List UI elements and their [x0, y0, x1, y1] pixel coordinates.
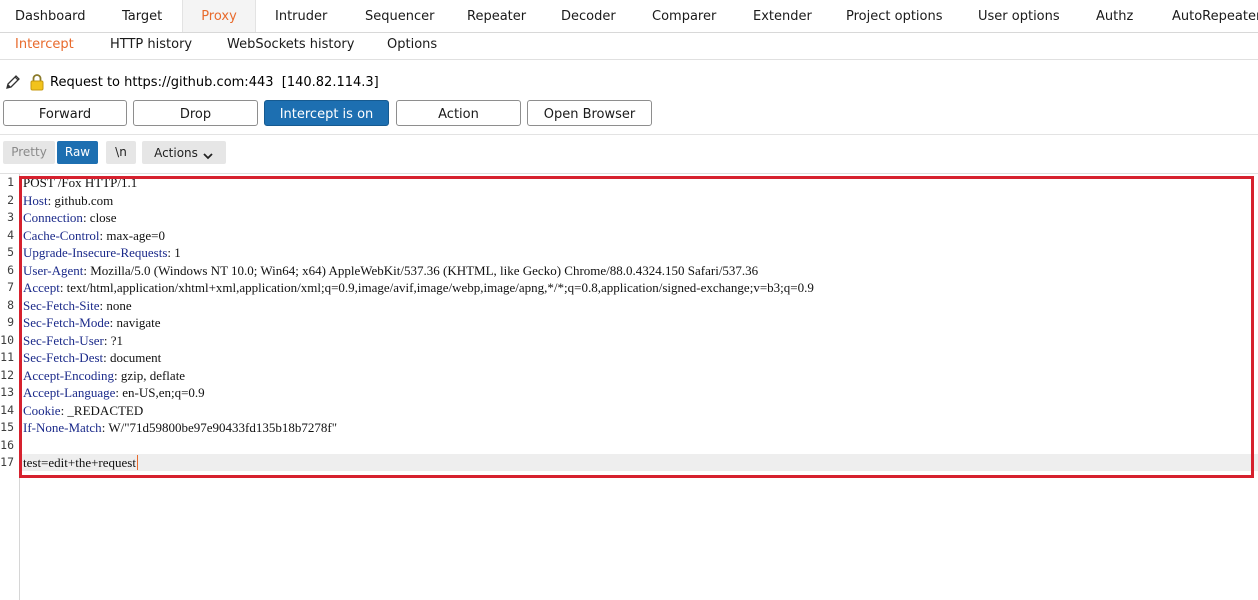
header-line: Upgrade-Insecure-Requests: 1 — [23, 245, 181, 260]
header-line: Sec-Fetch-User: ?1 — [23, 332, 123, 348]
raw-view-button[interactable]: Raw — [57, 141, 98, 164]
show-newlines-button[interactable]: \n — [106, 141, 136, 164]
pretty-view-button[interactable]: Pretty — [3, 141, 55, 164]
tab-options[interactable]: Options — [387, 33, 437, 59]
line-number: 9 — [7, 315, 14, 329]
line-number: 17 — [0, 455, 14, 469]
line-number: 16 — [0, 437, 14, 452]
request-line: POST /Fox HTTP/1.1 — [23, 175, 138, 190]
tab-repeater[interactable]: Repeater — [467, 0, 526, 32]
tab-sequencer[interactable]: Sequencer — [365, 0, 434, 32]
header-line: Connection: close — [23, 210, 117, 225]
tab-user-options[interactable]: User options — [978, 0, 1060, 32]
tab-dashboard[interactable]: Dashboard — [15, 0, 86, 32]
header-line: Cookie: _REDACTED — [23, 402, 144, 418]
request-body-line: test=edit+the+request — [23, 455, 138, 470]
line-number: 14 — [0, 402, 14, 417]
header-line: Accept-Language: en-US,en;q=0.9 — [23, 385, 205, 400]
header-line: User-Agent: Mozilla/5.0 (Windows NT 10.0… — [23, 262, 759, 278]
lock-icon — [30, 73, 44, 91]
tab-decoder[interactable]: Decoder — [561, 0, 616, 32]
toolbar-divider — [0, 134, 1258, 135]
line-number: 6 — [7, 262, 14, 277]
request-editor[interactable]: 1 POST /Fox HTTP/1.1 2 Host: github.com … — [0, 173, 1258, 600]
line-number: 11 — [0, 350, 14, 364]
action-button[interactable]: Action — [396, 100, 521, 126]
header-line: Accept: text/html,application/xhtml+xml,… — [23, 280, 814, 295]
header-line: Accept-Encoding: gzip, deflate — [23, 367, 186, 383]
tab-intercept[interactable]: Intercept — [15, 33, 74, 59]
chevron-down-icon — [202, 147, 214, 159]
line-number: 10 — [0, 332, 14, 347]
current-line-highlight — [20, 454, 1258, 471]
line-number: 7 — [7, 280, 14, 294]
header-line: Cache-Control: max-age=0 — [23, 227, 165, 243]
line-number: 15 — [0, 420, 14, 434]
actions-label: Actions — [154, 145, 198, 160]
tab-http-history[interactable]: HTTP history — [110, 33, 192, 59]
line-number: 2 — [7, 192, 14, 207]
line-number: 5 — [7, 245, 14, 259]
forward-button[interactable]: Forward — [3, 100, 127, 126]
proxy-sub-tab-bar: Intercept HTTP history WebSockets histor… — [0, 33, 1258, 60]
line-number: 8 — [7, 297, 14, 312]
pencil-icon[interactable] — [4, 73, 22, 91]
tab-project-options[interactable]: Project options — [846, 0, 943, 32]
header-line: Host: github.com — [23, 192, 114, 208]
line-number: 4 — [7, 227, 14, 242]
tab-websockets-history[interactable]: WebSockets history — [227, 33, 354, 59]
intercept-toggle-button[interactable]: Intercept is on — [264, 100, 389, 126]
open-browser-button[interactable]: Open Browser — [527, 100, 652, 126]
header-line: Sec-Fetch-Mode: navigate — [23, 315, 161, 330]
tab-proxy[interactable]: Proxy — [182, 0, 256, 32]
text-cursor — [136, 455, 138, 470]
tab-extender[interactable]: Extender — [753, 0, 812, 32]
line-number: 12 — [0, 367, 14, 382]
tab-target[interactable]: Target — [122, 0, 162, 32]
actions-dropdown[interactable]: Actions — [142, 141, 226, 164]
main-tab-bar: Dashboard Target Proxy Intruder Sequence… — [0, 0, 1258, 33]
request-target: Request to https://github.com:443 [140.8… — [50, 74, 379, 90]
line-number: 1 — [7, 175, 14, 189]
header-line: Sec-Fetch-Site: none — [23, 297, 132, 313]
tab-intruder[interactable]: Intruder — [275, 0, 327, 32]
header-line: If-None-Match: W/"71d59800be97e90433fd13… — [23, 420, 338, 435]
drop-button[interactable]: Drop — [133, 100, 258, 126]
line-number: 13 — [0, 385, 14, 399]
header-line: Sec-Fetch-Dest: document — [23, 350, 162, 365]
tab-authz[interactable]: Authz — [1096, 0, 1133, 32]
tab-autorepeater[interactable]: AutoRepeater — [1172, 0, 1258, 32]
line-number: 3 — [7, 210, 14, 224]
tab-comparer[interactable]: Comparer — [652, 0, 716, 32]
request-info-line: Request to https://github.com:443 [140.8… — [4, 72, 379, 92]
